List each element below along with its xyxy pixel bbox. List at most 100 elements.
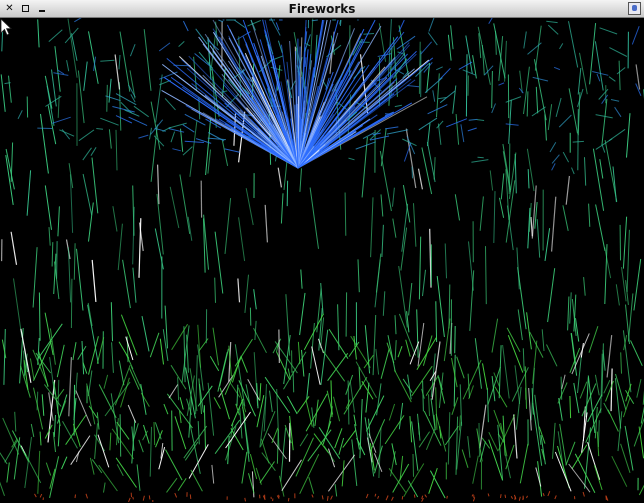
- falling-streak: [108, 129, 112, 149]
- ground-strand: [166, 393, 193, 429]
- spark: [178, 41, 185, 47]
- ember: [413, 494, 416, 498]
- falling-streak: [624, 425, 634, 471]
- falling-streak: [534, 25, 542, 71]
- falling-streak: [411, 421, 419, 471]
- ground-strand: [154, 422, 162, 440]
- falling-streak: [584, 157, 587, 186]
- app-menu-icon[interactable]: [628, 2, 641, 15]
- spark: [562, 151, 570, 163]
- falling-streak: [577, 109, 579, 171]
- ground-strand: [438, 372, 444, 408]
- ground-strand: [179, 397, 184, 410]
- falling-streak: [597, 420, 600, 448]
- falling-streak: [44, 185, 52, 230]
- falling-streak: [51, 242, 54, 267]
- falling-streak: [143, 29, 152, 91]
- falling-streak: [88, 31, 99, 84]
- spark: [476, 119, 485, 121]
- falling-streak: [349, 381, 355, 413]
- mouse-cursor-icon: [0, 18, 12, 36]
- burst-fragment: [218, 19, 224, 23]
- falling-streak: [454, 194, 460, 221]
- falling-streak: [285, 294, 291, 356]
- ground-strand: [482, 363, 488, 390]
- ground-strand: [334, 484, 338, 497]
- ground-strand: [65, 414, 87, 445]
- ember: [526, 495, 528, 499]
- falling-streak: [627, 293, 634, 342]
- falling-streak: [106, 84, 108, 112]
- ground-strand: [97, 434, 110, 468]
- falling-streak: [110, 302, 113, 342]
- ground-strand: [98, 464, 118, 492]
- falling-streak: [522, 348, 525, 372]
- fireworks-canvas[interactable]: [0, 18, 644, 503]
- falling-streak: [264, 204, 268, 243]
- ground-strand: [526, 312, 532, 350]
- ember: [401, 496, 404, 500]
- ground-strand: [638, 484, 644, 496]
- ground-strand: [171, 323, 189, 351]
- spark: [172, 148, 181, 152]
- ground-strand: [418, 422, 420, 435]
- spark: [553, 66, 561, 71]
- falling-streak: [244, 274, 249, 313]
- ground-strand: [89, 457, 95, 475]
- spark: [100, 117, 119, 126]
- spark: [614, 106, 622, 118]
- falling-streak: [453, 354, 456, 407]
- ember: [321, 495, 324, 500]
- falling-streak: [376, 383, 382, 416]
- falling-streak: [197, 421, 200, 445]
- spark: [551, 154, 560, 164]
- falling-streak: [568, 21, 579, 68]
- falling-streak: [523, 66, 530, 115]
- ground-strand: [467, 373, 470, 398]
- falling-streak: [491, 70, 493, 109]
- falling-streak: [626, 113, 631, 158]
- falling-streak: [398, 266, 408, 328]
- ground-strand: [0, 452, 8, 465]
- spark: [558, 114, 572, 128]
- falling-streak: [513, 414, 518, 459]
- ember: [330, 495, 333, 500]
- ground-strand: [444, 425, 459, 446]
- spark: [90, 147, 97, 156]
- ground-strand: [391, 443, 397, 466]
- ground-strand: [62, 420, 78, 449]
- ground-strand: [498, 414, 516, 451]
- ground-strand: [33, 340, 52, 381]
- ground-strand: [39, 431, 42, 446]
- falling-streak: [433, 157, 436, 180]
- ember: [287, 497, 290, 502]
- ground-strand: [61, 456, 68, 470]
- falling-streak: [402, 185, 411, 223]
- ground-strand: [130, 366, 143, 392]
- falling-streak: [375, 348, 380, 375]
- ground-strand: [342, 429, 357, 448]
- ground-strand: [322, 421, 332, 445]
- spark: [270, 18, 281, 36]
- falling-streak: [485, 246, 487, 305]
- burst-fragment: [207, 137, 226, 141]
- spark: [546, 20, 558, 24]
- ground-strand: [633, 417, 644, 447]
- ember: [377, 495, 380, 499]
- falling-streak: [91, 259, 97, 302]
- spark: [471, 159, 489, 163]
- ground-strand: [588, 326, 599, 353]
- spark: [599, 27, 618, 35]
- spark: [407, 85, 420, 88]
- falling-streak: [207, 149, 211, 174]
- title-bar[interactable]: ✕ Fireworks: [0, 0, 644, 18]
- spark: [138, 134, 149, 139]
- spark: [505, 123, 519, 126]
- ember: [326, 495, 329, 501]
- ground-strand: [458, 415, 461, 431]
- ground-strand: [443, 318, 451, 362]
- ground-strand: [571, 444, 588, 469]
- spark: [182, 146, 193, 156]
- ground-strand: [307, 429, 332, 462]
- ground-strand: [622, 397, 631, 418]
